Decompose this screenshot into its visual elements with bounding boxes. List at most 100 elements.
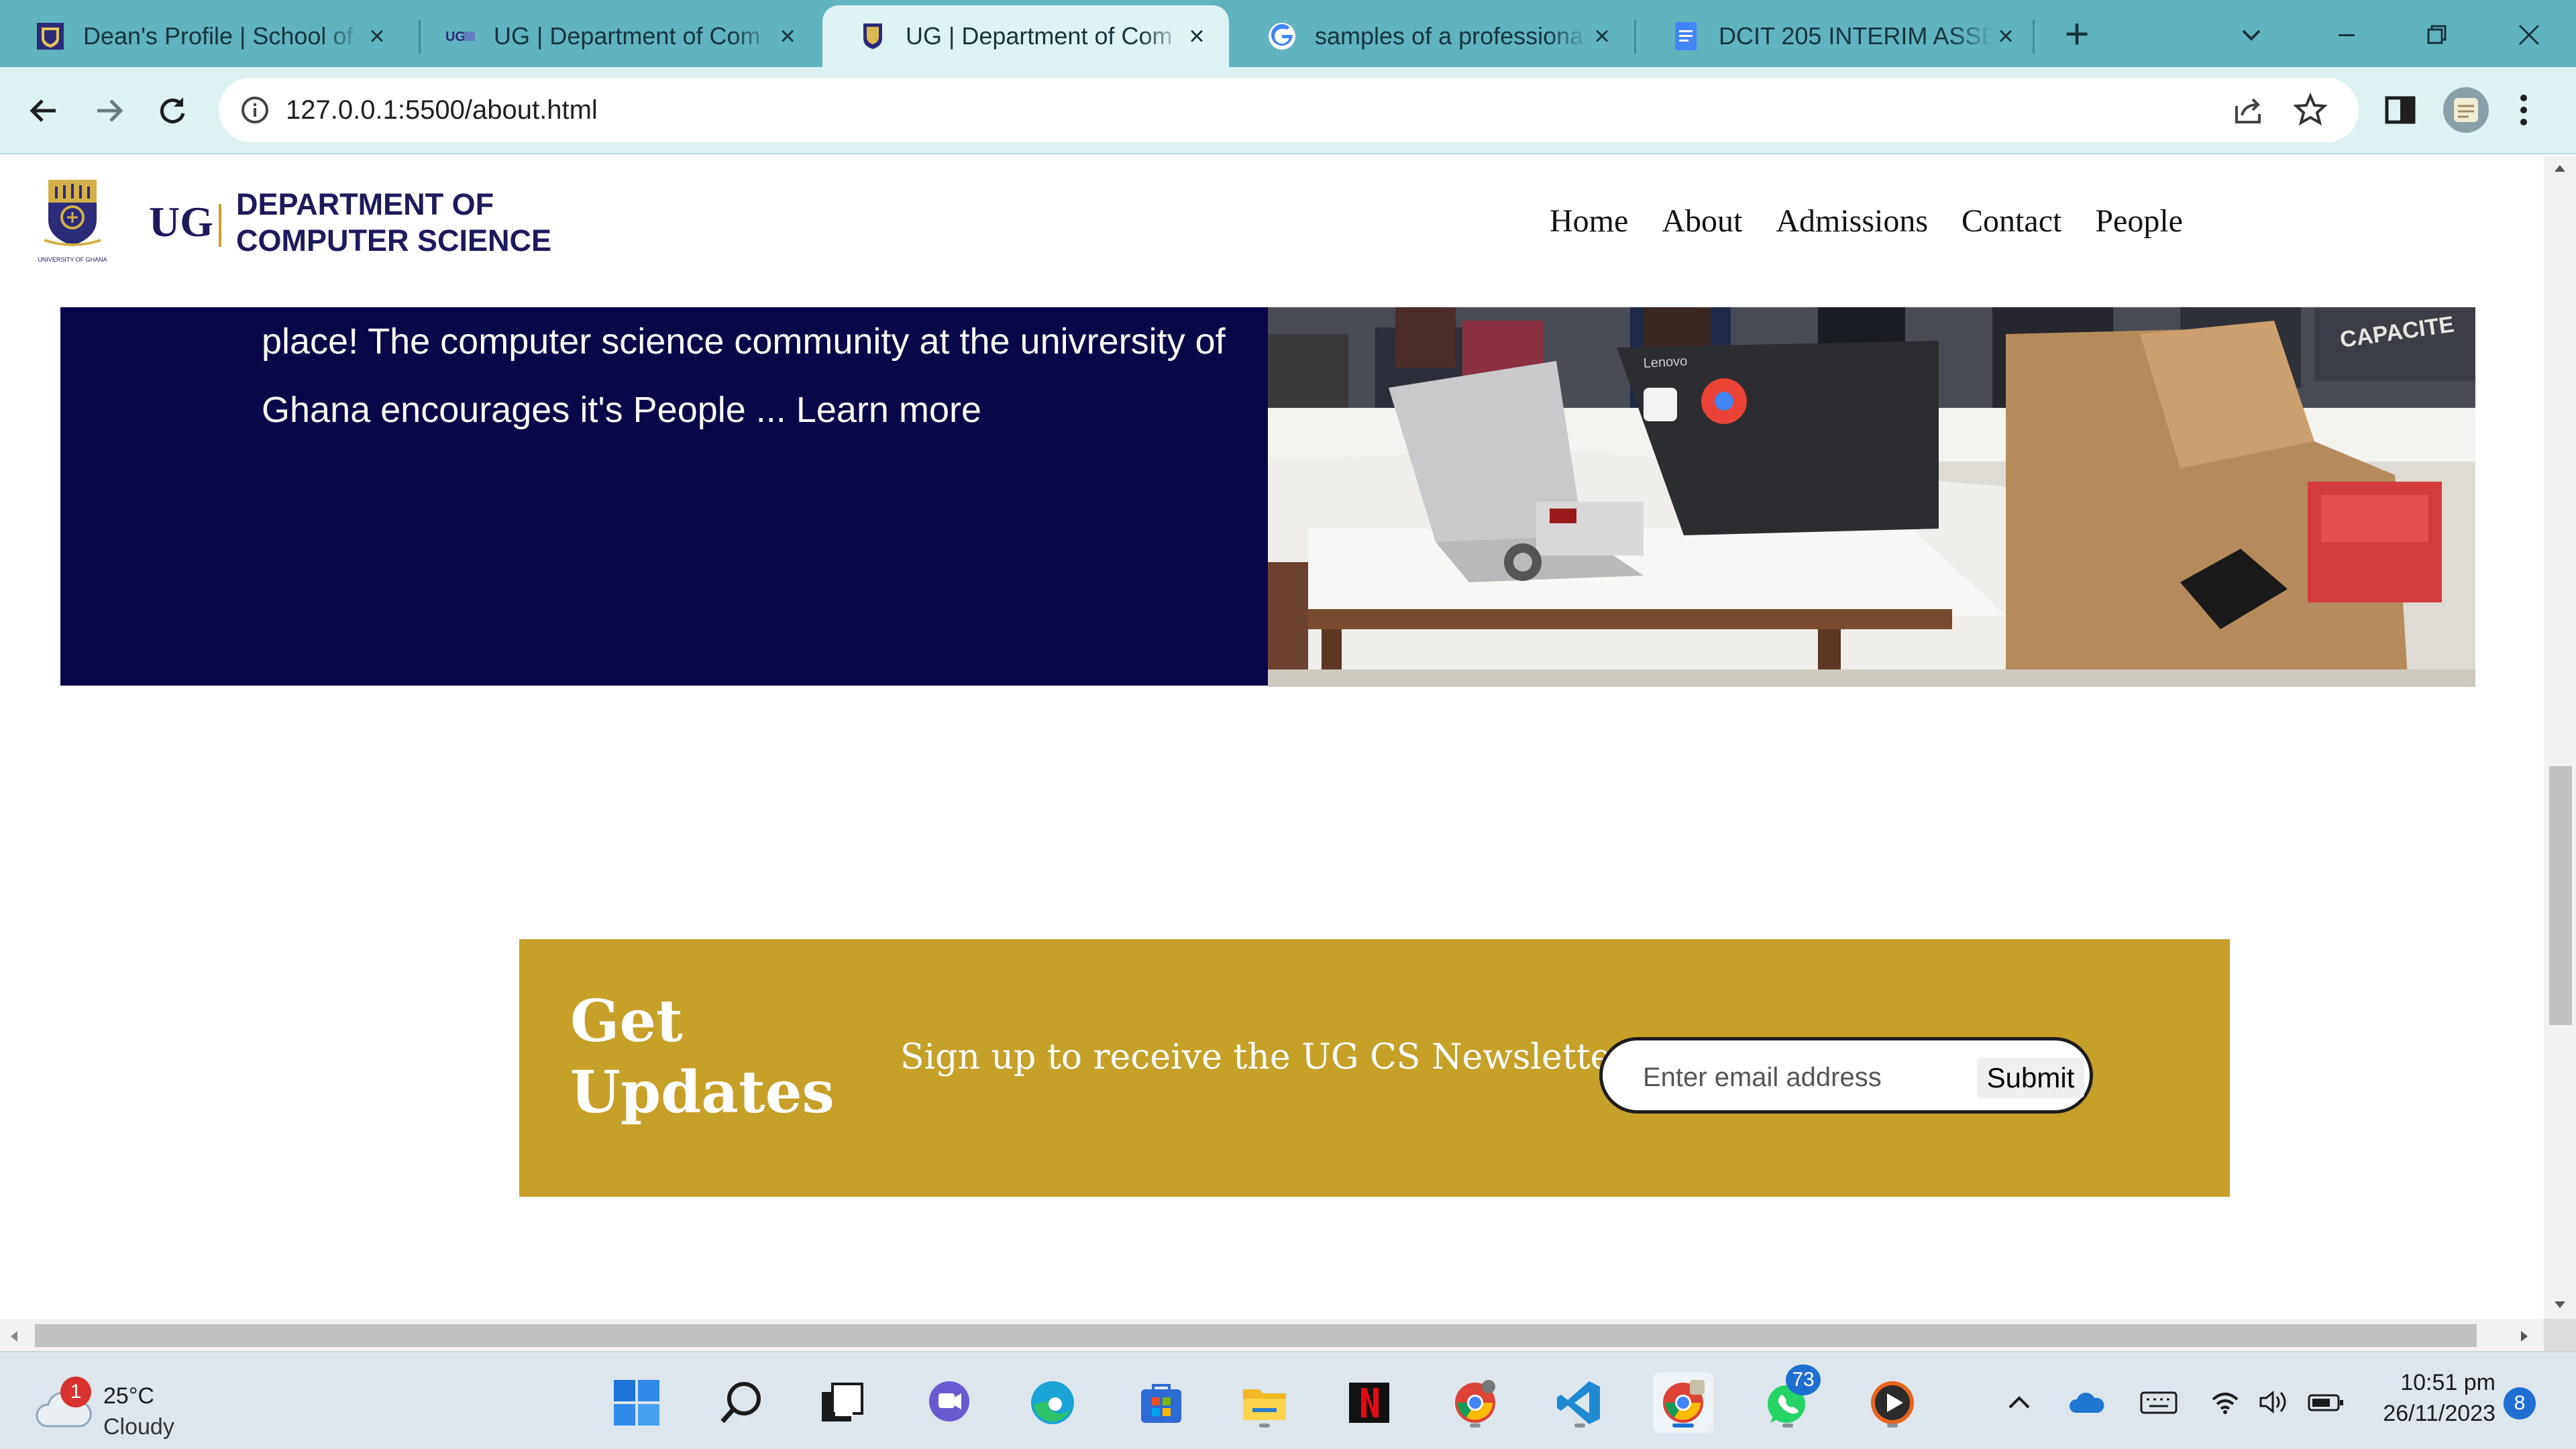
close-icon[interactable]: × <box>1992 23 2019 50</box>
nav-about[interactable]: About <box>1662 203 1742 239</box>
windows-taskbar: 1 25°C Cloudy 73 10:51 pm 26/11/2023 8 <box>0 1351 2576 1449</box>
horizontal-scroll-thumb[interactable] <box>35 1324 2477 1347</box>
forward-arrow-icon[interactable] <box>86 87 133 134</box>
scroll-right-arrow-icon[interactable] <box>2520 1330 2529 1346</box>
bookmark-star-icon[interactable] <box>2293 92 2328 131</box>
svg-text:UG: UG <box>445 30 466 44</box>
ug-crest-icon <box>856 19 890 53</box>
department-name: DEPARTMENT OF COMPUTER SCIENCE <box>236 187 552 258</box>
minimize-icon[interactable] <box>2326 15 2367 55</box>
search-icon[interactable] <box>711 1373 771 1433</box>
onedrive-icon[interactable] <box>2068 1390 2105 1419</box>
scroll-left-arrow-icon[interactable] <box>9 1330 19 1346</box>
netflix-icon[interactable] <box>1339 1373 1399 1433</box>
nav-contact[interactable]: Contact <box>1962 203 2061 239</box>
vertical-scroll-thumb[interactable] <box>2549 766 2572 1025</box>
ug-wordmark: UG <box>149 198 213 246</box>
newsletter-section: Get Updates Sign up to receive the UG CS… <box>519 939 2230 1197</box>
active-indicator <box>1672 1424 1694 1428</box>
ug-logo-icon: UG <box>444 19 478 53</box>
task-view-icon[interactable] <box>812 1373 872 1433</box>
weather-desc: Cloudy <box>103 1414 174 1440</box>
wifi-icon[interactable] <box>2211 1390 2239 1419</box>
logo-divider <box>219 204 221 247</box>
main-nav: Home About Admissions Contact People <box>1550 203 2183 239</box>
side-panel-icon[interactable] <box>2381 91 2419 132</box>
learn-more-link[interactable]: Learn more <box>796 390 981 430</box>
media-player-icon[interactable] <box>1862 1373 1923 1433</box>
tab-deans-profile[interactable]: Dean's Profile | School of × <box>0 5 409 67</box>
reload-icon[interactable] <box>149 87 196 134</box>
horizontal-scrollbar[interactable] <box>0 1319 2544 1351</box>
tab-search-chevron-icon[interactable] <box>2231 15 2271 55</box>
scrollbar-corner <box>2544 1319 2576 1351</box>
newsletter-form: Submit <box>1599 1037 2093 1114</box>
back-arrow-icon[interactable] <box>20 87 67 134</box>
site-info-icon[interactable] <box>239 94 271 129</box>
close-window-icon[interactable] <box>2509 15 2549 55</box>
hero-paragraph: place! The computer science community at… <box>262 321 1226 430</box>
running-indicator <box>1259 1424 1270 1428</box>
restore-icon[interactable] <box>2416 15 2457 55</box>
battery-icon[interactable] <box>2308 1391 2345 1417</box>
volume-icon[interactable] <box>2258 1389 2289 1419</box>
newsletter-title: Get Updates <box>570 987 835 1126</box>
students-classroom-photo: Lenovo CAPACITE <box>1268 307 2475 687</box>
file-explorer-icon[interactable] <box>1234 1373 1295 1433</box>
weather-widget[interactable]: 1 25°C Cloudy <box>34 1377 235 1440</box>
email-input[interactable] <box>1643 1061 1958 1094</box>
tab-separator <box>2033 20 2035 54</box>
weather-temp: 25°C <box>103 1383 154 1409</box>
site-header: UNIVERSITY OF GHANA UG DEPARTMENT OF COM… <box>0 156 2544 307</box>
chat-icon[interactable] <box>919 1373 979 1433</box>
running-indicator <box>1887 1424 1898 1428</box>
close-icon[interactable]: × <box>364 23 390 50</box>
url-text[interactable]: 127.0.0.1:5500/about.html <box>286 95 598 125</box>
share-icon[interactable] <box>2231 94 2265 131</box>
nav-people[interactable]: People <box>2095 203 2183 239</box>
university-crest-logo[interactable]: UNIVERSITY OF GHANA <box>38 176 107 263</box>
notification-badge[interactable]: 8 <box>2504 1387 2536 1419</box>
running-indicator <box>1470 1424 1481 1428</box>
profile-avatar[interactable] <box>2442 86 2490 138</box>
vertical-scrollbar[interactable] <box>2544 156 2576 1319</box>
tab-ug-department-1[interactable]: UG UG | Department of Com × <box>411 5 820 67</box>
web-page: place! The computer science community at… <box>0 156 2544 1319</box>
edge-browser-icon[interactable] <box>1022 1373 1083 1433</box>
whatsapp-badge: 73 <box>1786 1364 1821 1395</box>
microsoft-store-icon[interactable] <box>1131 1373 1191 1433</box>
kebab-menu-icon[interactable] <box>2516 90 2532 133</box>
scroll-up-arrow-icon[interactable] <box>2553 164 2567 176</box>
hero-photo: Lenovo CAPACITE <box>1268 307 2475 687</box>
browser-tab-strip: Dean's Profile | School of × UG UG | Dep… <box>0 0 2576 67</box>
keyboard-icon[interactable] <box>2140 1391 2178 1417</box>
running-indicator <box>1574 1424 1585 1428</box>
whatsapp-icon[interactable]: 73 <box>1758 1364 1821 1433</box>
submit-button[interactable]: Submit <box>1977 1058 2084 1098</box>
laptop-brand-label: Lenovo <box>1643 354 1688 371</box>
close-icon[interactable]: × <box>774 23 801 50</box>
close-icon[interactable]: × <box>1183 23 1210 50</box>
clock-time[interactable]: 10:51 pm <box>2361 1370 2496 1396</box>
vscode-icon[interactable] <box>1550 1373 1610 1433</box>
chrome-active-icon[interactable] <box>1653 1373 1713 1433</box>
clock-date[interactable]: 26/11/2023 <box>2348 1401 2496 1427</box>
university-caption: UNIVERSITY OF GHANA <box>38 256 107 263</box>
docs-icon <box>1669 19 1703 53</box>
nav-admissions[interactable]: Admissions <box>1776 203 1928 239</box>
address-bar[interactable]: 127.0.0.1:5500/about.html <box>219 78 2359 142</box>
weather-badge: 1 <box>60 1377 91 1407</box>
close-icon[interactable]: × <box>1589 23 1615 50</box>
tab-google-docs[interactable]: DCIT 205 INTERIM ASSES × <box>1635 5 2038 67</box>
scroll-down-arrow-icon[interactable] <box>2553 1300 2567 1313</box>
newsletter-subtitle: Sign up to receive the UG CS Newsletter <box>900 1037 1628 1077</box>
windows-start-icon[interactable] <box>606 1373 667 1433</box>
tab-ug-department-active[interactable]: UG | Department of Com × <box>822 5 1229 67</box>
nav-home[interactable]: Home <box>1550 203 1628 239</box>
tab-google-search[interactable]: samples of a professiona × <box>1232 5 1634 67</box>
chrome-icon[interactable] <box>1445 1373 1505 1433</box>
ug-crest-icon <box>34 19 67 53</box>
chevron-up-icon[interactable] <box>2006 1390 2033 1416</box>
browser-toolbar: 127.0.0.1:5500/about.html <box>0 67 2576 154</box>
new-tab-button[interactable]: + <box>2057 12 2097 55</box>
